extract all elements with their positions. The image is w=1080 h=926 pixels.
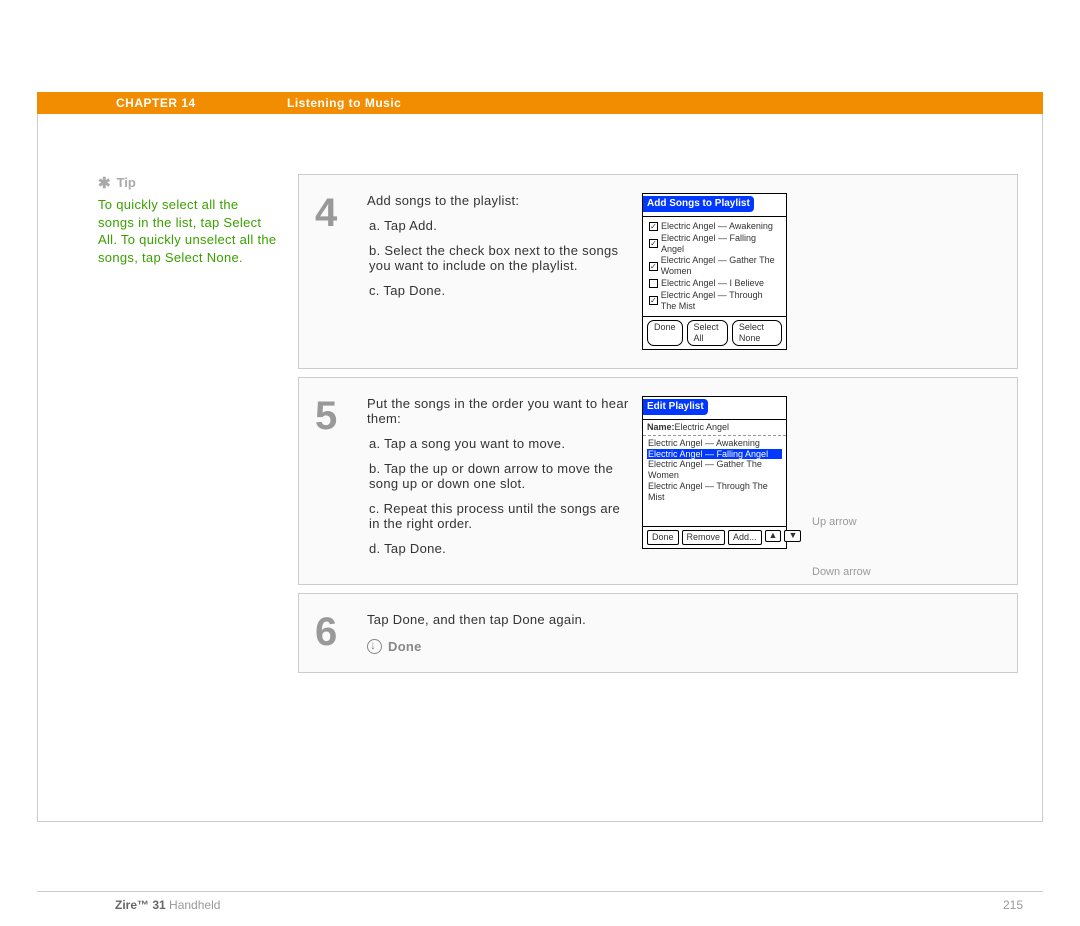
- step-intro: Tap Done, and then tap Done again.: [367, 612, 915, 627]
- sidebar-tip: ✱Tip To quickly select all the songs in …: [38, 174, 298, 681]
- screen-title: Edit Playlist: [643, 399, 708, 415]
- step-intro: Add songs to the playlist:: [367, 193, 630, 208]
- step-4: 4 Add songs to the playlist: a. Tap Add.…: [298, 174, 1018, 369]
- asterisk-icon: ✱: [98, 175, 111, 192]
- page-number: 215: [1003, 898, 1023, 912]
- sub-b: b. Select the check box next to the song…: [369, 243, 630, 273]
- page-body: ✱Tip To quickly select all the songs in …: [37, 114, 1043, 822]
- checkbox-icon[interactable]: [649, 279, 658, 288]
- add-button[interactable]: Add...: [728, 530, 762, 545]
- step-6: 6 Tap Done, and then tap Done again. Don…: [298, 593, 1018, 673]
- list-item[interactable]: Electric Angel — Through The Mist: [649, 290, 780, 312]
- step-number: 4: [307, 193, 367, 350]
- sub-a: a. Tap a song you want to move.: [369, 436, 630, 451]
- select-all-button[interactable]: Select All: [687, 320, 728, 346]
- down-arrow-annot: Down arrow: [812, 566, 871, 578]
- select-none-button[interactable]: Select None: [732, 320, 782, 346]
- list-item[interactable]: Electric Angel — Awakening: [647, 438, 782, 449]
- step-number: 6: [307, 612, 367, 654]
- page-title: Listening to Music: [287, 96, 401, 110]
- checkbox-icon[interactable]: [649, 239, 658, 248]
- list-item[interactable]: Electric Angel — Falling Angel: [647, 449, 782, 460]
- list-item[interactable]: Electric Angel — Through The Mist: [647, 481, 782, 503]
- list-item[interactable]: Electric Angel — Falling Angel: [649, 233, 780, 255]
- down-arrow-circle-icon: [367, 639, 382, 654]
- sub-c: c. Tap Done.: [369, 283, 630, 298]
- sub-d: d. Tap Done.: [369, 541, 630, 556]
- step-intro: Put the songs in the order you want to h…: [367, 396, 630, 426]
- up-arrow-button[interactable]: ▲: [765, 530, 782, 542]
- remove-button[interactable]: Remove: [682, 530, 726, 545]
- list-item[interactable]: Electric Angel — Awakening: [649, 221, 780, 232]
- edit-playlist-screen: Edit Playlist Name:Electric Angel Electr…: [642, 396, 787, 549]
- step-number: 5: [307, 396, 367, 566]
- steps-column: 4 Add songs to the playlist: a. Tap Add.…: [298, 174, 1018, 681]
- done-button[interactable]: Done: [647, 530, 679, 545]
- list-item[interactable]: Electric Angel — Gather The Women: [647, 459, 782, 481]
- up-arrow-annot: Up arrow: [812, 516, 857, 528]
- sub-b: b. Tap the up or down arrow to move the …: [369, 461, 630, 491]
- screen-title: Add Songs to Playlist: [643, 196, 754, 212]
- checkbox-icon[interactable]: [649, 222, 658, 231]
- checkbox-icon[interactable]: [649, 262, 658, 271]
- sub-c: c. Repeat this process until the songs a…: [369, 501, 630, 531]
- down-arrow-button[interactable]: ▼: [784, 530, 801, 542]
- chapter-label: CHAPTER 14: [37, 96, 287, 110]
- list-item[interactable]: Electric Angel — I Believe: [649, 278, 780, 289]
- footer: Zire™ 31 Handheld 215: [37, 891, 1043, 912]
- tip-body: To quickly select all the songs in the l…: [98, 196, 278, 266]
- playlist-name-row: Name:Electric Angel: [643, 420, 786, 436]
- done-indicator: Done: [367, 639, 915, 654]
- sub-a: a. Tap Add.: [369, 218, 630, 233]
- checkbox-icon[interactable]: [649, 296, 658, 305]
- list-item[interactable]: Electric Angel — Gather The Women: [649, 255, 780, 277]
- add-songs-screen: Add Songs to Playlist Electric Angel — A…: [642, 193, 787, 350]
- done-button[interactable]: Done: [647, 320, 683, 346]
- step-5: 5 Put the songs in the order you want to…: [298, 377, 1018, 585]
- header-bar: CHAPTER 14 Listening to Music: [37, 92, 1043, 114]
- tip-heading: ✱Tip: [98, 174, 278, 192]
- product-name: Zire™ 31 Handheld: [115, 898, 220, 912]
